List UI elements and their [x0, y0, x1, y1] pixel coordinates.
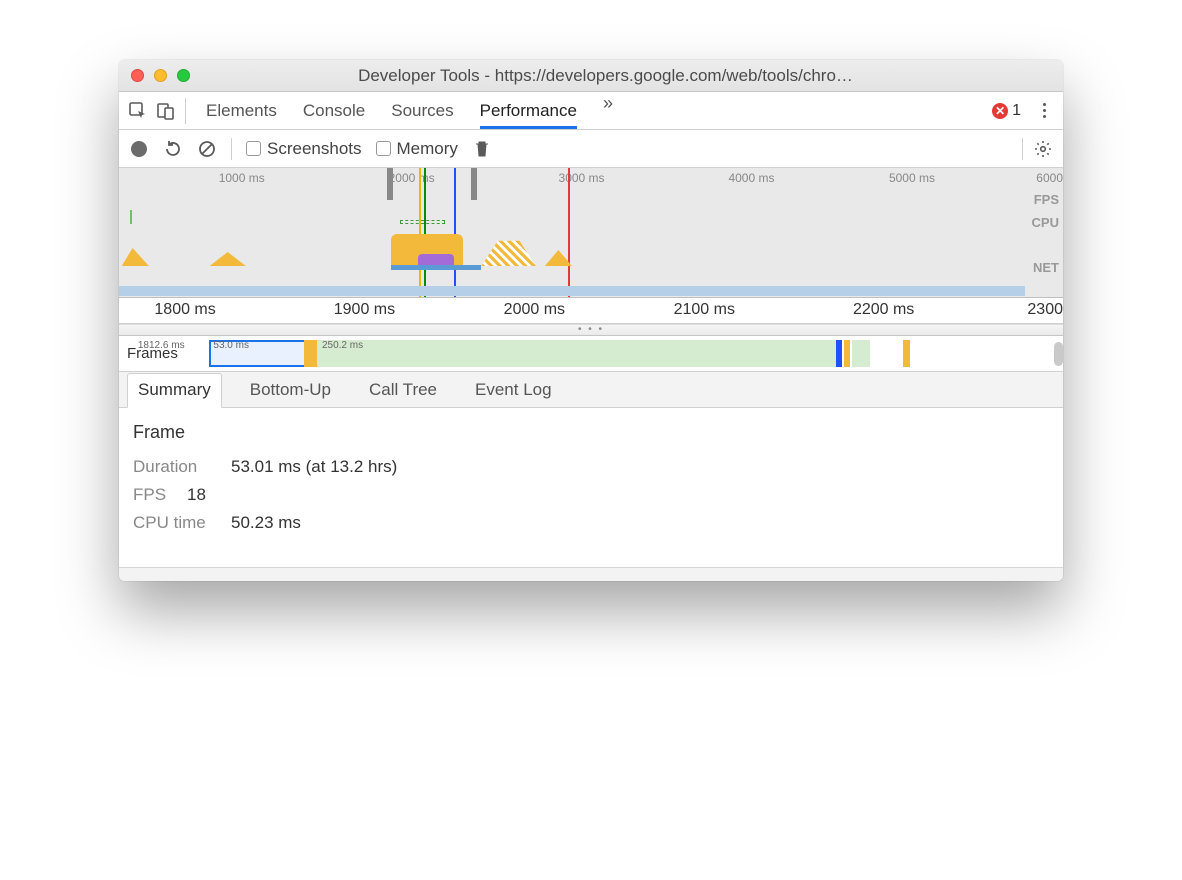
garbage-collect-button[interactable] — [472, 139, 492, 159]
summary-row: FPS 18 — [133, 485, 1049, 505]
clear-button[interactable] — [197, 139, 217, 159]
record-button[interactable] — [129, 139, 149, 159]
frame-block[interactable] — [903, 340, 911, 367]
checkbox-icon — [376, 141, 391, 156]
summary-label: Duration — [133, 457, 217, 477]
frame-marker: 250.2 ms — [322, 340, 363, 351]
error-badge[interactable]: ✕ 1 — [992, 102, 1021, 120]
error-icon: ✕ — [992, 103, 1008, 119]
lane-label-net: NET — [1032, 260, 1059, 275]
details-tabstrip: Summary Bottom-Up Call Tree Event Log — [119, 372, 1063, 408]
detail-ruler[interactable]: 1800 ms 1900 ms 2000 ms 2100 ms 2200 ms … — [119, 298, 1063, 324]
tabs-overflow-button[interactable]: » — [603, 93, 613, 129]
scrollbar-thumb[interactable] — [1054, 342, 1063, 366]
tab-bottom-up[interactable]: Bottom-Up — [240, 374, 341, 407]
frame-block[interactable] — [304, 340, 318, 367]
ruler-tick: 2000 ms — [504, 301, 565, 319]
frames-row[interactable]: Frames 1812.6 ms 53.0 ms 250.2 ms — [119, 336, 1063, 372]
summary-panel: Frame Duration 53.01 ms (at 13.2 hrs) FP… — [119, 408, 1063, 567]
lane-label-fps: FPS — [1032, 192, 1059, 207]
tab-call-tree[interactable]: Call Tree — [359, 374, 447, 407]
inspect-element-icon[interactable] — [129, 102, 147, 120]
overview-lane-labels: FPS CPU NET — [1032, 192, 1059, 275]
overview-fps-track — [119, 208, 1025, 224]
summary-value: 18 — [187, 485, 206, 505]
ruler-tick: 3000 ms — [559, 171, 605, 185]
ruler-tick: 2200 ms — [853, 301, 914, 319]
tab-performance[interactable]: Performance — [480, 93, 577, 129]
tab-event-log[interactable]: Event Log — [465, 374, 562, 407]
frame-block[interactable] — [852, 340, 871, 367]
window-close-button[interactable] — [131, 69, 144, 82]
ruler-tick: 1000 ms — [219, 171, 265, 185]
devtools-window: Developer Tools - https://developers.goo… — [119, 60, 1063, 581]
memory-checkbox[interactable]: Memory — [376, 139, 458, 159]
titlebar: Developer Tools - https://developers.goo… — [119, 60, 1063, 92]
summary-row: Duration 53.01 ms (at 13.2 hrs) — [133, 457, 1049, 477]
screenshots-label: Screenshots — [267, 139, 362, 159]
ruler-tick: 1900 ms — [334, 301, 395, 319]
devtools-tabstrip: Elements Console Sources Performance » ✕… — [119, 92, 1063, 130]
overview-handle-right[interactable] — [471, 168, 477, 200]
frame-block[interactable] — [836, 340, 842, 367]
checkbox-icon — [246, 141, 261, 156]
ruler-tick: 2100 ms — [674, 301, 735, 319]
frame-block[interactable] — [317, 340, 836, 367]
summary-title: Frame — [133, 422, 1049, 443]
error-count: 1 — [1012, 102, 1021, 120]
frames-label: Frames — [127, 345, 178, 362]
tab-summary[interactable]: Summary — [127, 373, 222, 408]
lane-label-cpu: CPU — [1032, 215, 1059, 230]
summary-row: CPU time 50.23 ms — [133, 513, 1049, 533]
ruler-tick: 5000 ms — [889, 171, 935, 185]
overview-net-track — [119, 286, 1025, 296]
ruler-tick: 2300 — [1027, 301, 1063, 319]
ruler-tick: 2000 ms — [389, 171, 435, 185]
overview-handle-left[interactable] — [387, 168, 393, 200]
overview-ruler: 1000 ms 2000 ms 3000 ms 4000 ms 5000 ms … — [119, 168, 1063, 190]
summary-label: CPU time — [133, 513, 217, 533]
window-title: Developer Tools - https://developers.goo… — [160, 66, 1051, 86]
frame-block[interactable] — [844, 340, 850, 367]
screenshots-checkbox[interactable]: Screenshots — [246, 139, 362, 159]
tab-elements[interactable]: Elements — [206, 93, 277, 129]
summary-value: 50.23 ms — [231, 513, 301, 533]
resize-gripper[interactable]: • • • — [119, 324, 1063, 336]
overview-cpu-track — [119, 226, 1025, 266]
performance-toolbar: Screenshots Memory — [119, 130, 1063, 168]
frames-track: 1812.6 ms 53.0 ms 250.2 ms — [119, 340, 1063, 367]
ruler-tick: 6000 — [1036, 171, 1063, 185]
status-bar — [119, 567, 1063, 581]
summary-value: 53.01 ms (at 13.2 hrs) — [231, 457, 397, 477]
frame-marker: 53.0 ms — [213, 340, 249, 351]
tab-console[interactable]: Console — [303, 93, 365, 129]
devtools-menu-button[interactable] — [1035, 103, 1053, 118]
reload-button[interactable] — [163, 139, 183, 159]
memory-label: Memory — [397, 139, 458, 159]
summary-label: FPS — [133, 485, 173, 505]
device-toolbar-icon[interactable] — [157, 102, 175, 120]
ruler-tick: 4000 ms — [728, 171, 774, 185]
settings-button[interactable] — [1033, 139, 1053, 159]
ruler-tick: 1800 ms — [154, 301, 215, 319]
performance-overview[interactable]: 1000 ms 2000 ms 3000 ms 4000 ms 5000 ms … — [119, 168, 1063, 298]
tab-sources[interactable]: Sources — [391, 93, 453, 129]
